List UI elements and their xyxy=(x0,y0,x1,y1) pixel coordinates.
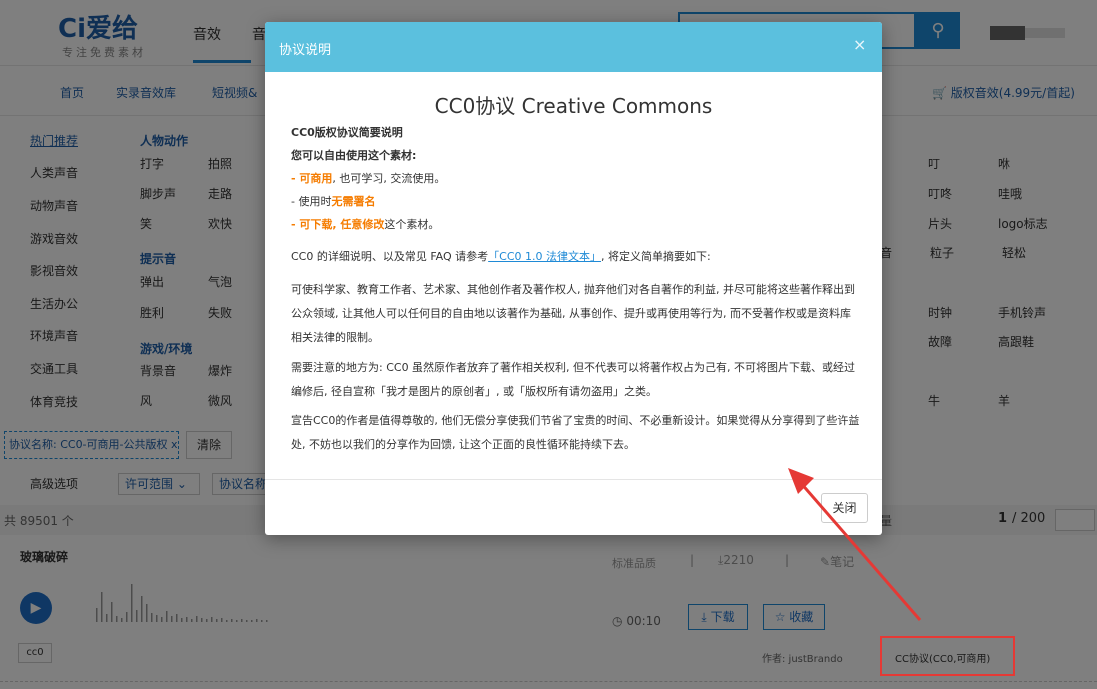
modal-title: 协议说明 xyxy=(279,43,332,58)
summary-modify: - 可下载, 任意修改这个素材。 xyxy=(291,218,440,231)
paragraph-note: 需要注意的地方为: CC0 虽然原作者放弃了著作相关权利, 但不代表可以将著作权… xyxy=(291,361,856,398)
license-modal: 协议说明 × CC0协议 Creative Commons CC0版权协议简要说… xyxy=(265,22,882,535)
modal-header xyxy=(265,22,882,72)
paragraph-reference: CC0 的详细说明、以及常见 FAQ 请参考「CC0 1.0 法律文本」, 将定… xyxy=(291,250,711,263)
summary-title: CC0版权协议简要说明 xyxy=(291,126,403,139)
annotation-arrow xyxy=(788,468,922,621)
close-icon[interactable]: × xyxy=(853,35,866,54)
paragraph-definition: 可使科学家、教育工作者、艺术家、其他创作者及著作权人, 抛弃他们对各自著作的利益… xyxy=(291,283,855,344)
paragraph-respect: 宣告CC0的作者是值得尊敬的, 他们无偿分享使我们节省了宝贵的时间、不必重新设计… xyxy=(291,414,860,451)
summary-commercial: - 可商用, 也可学习, 交流使用。 xyxy=(291,172,446,185)
annotation-highlight-box xyxy=(880,636,1015,676)
annotation-arrow-head xyxy=(788,468,814,494)
summary-subtitle: 您可以自由使用这个素材: xyxy=(291,149,417,162)
summary-no-attribution: - 使用时无需署名 xyxy=(291,195,376,208)
cc0-legal-text-link[interactable]: 「CC0 1.0 法律文本」 xyxy=(488,250,601,263)
modal-heading: CC0协议 Creative Commons xyxy=(434,94,713,118)
annotation-arrow-line xyxy=(798,481,922,621)
